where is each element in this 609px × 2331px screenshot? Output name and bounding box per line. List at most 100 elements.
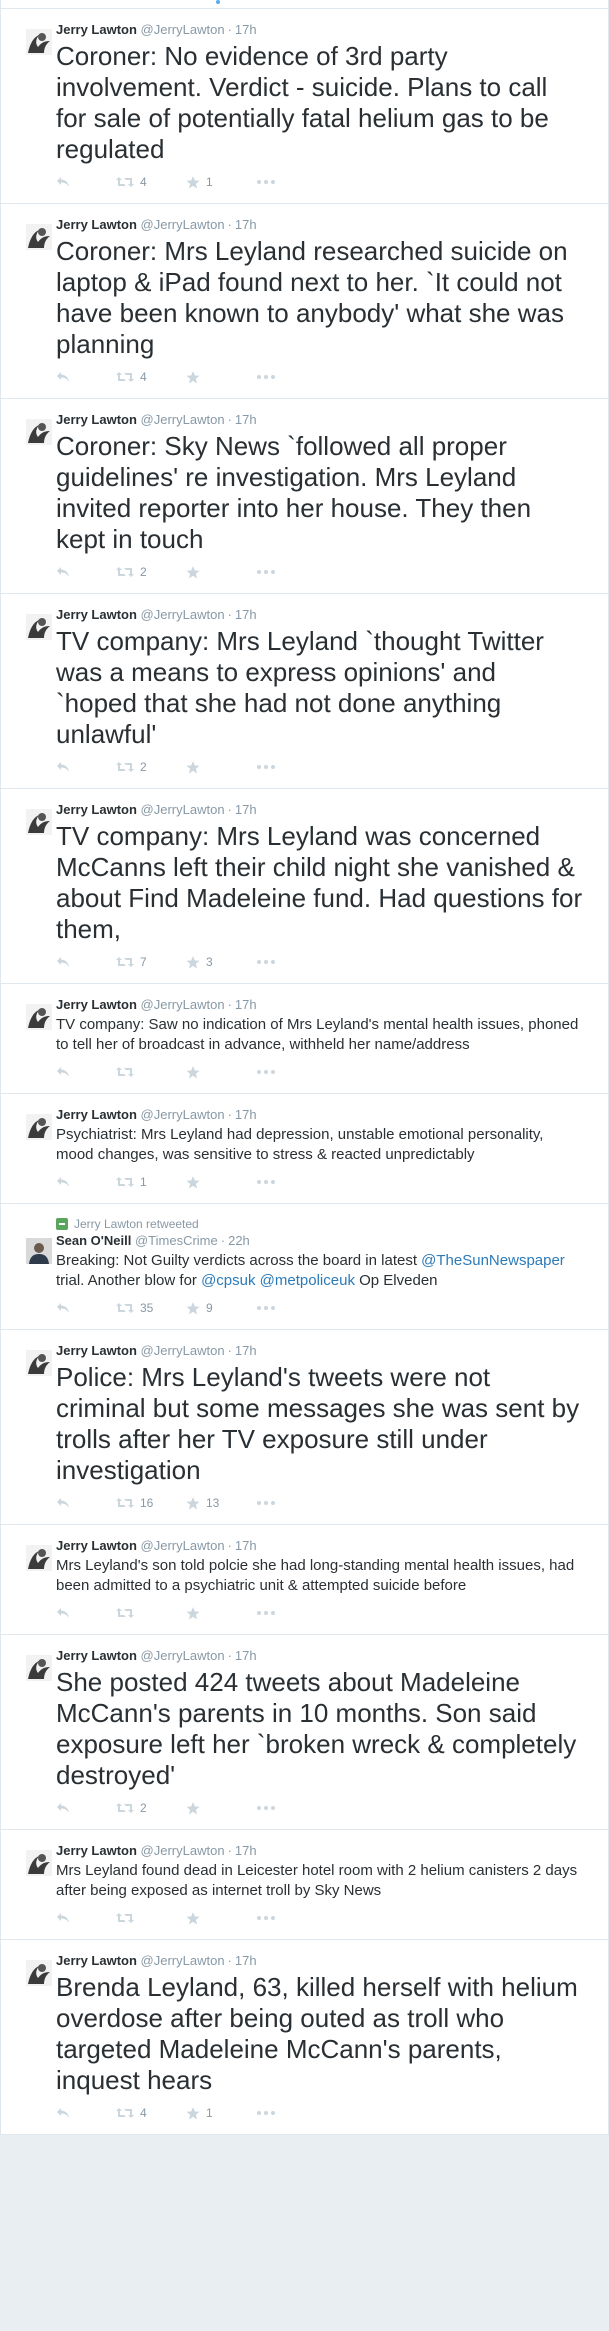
retweet-button[interactable]: 4 — [116, 175, 186, 189]
avatar[interactable] — [26, 1545, 52, 1571]
author-name[interactable]: Jerry Lawton — [56, 1343, 137, 1358]
retweet-button[interactable] — [116, 1912, 186, 1924]
author-name[interactable]: Jerry Lawton — [56, 1648, 137, 1663]
more-button[interactable] — [256, 1179, 276, 1185]
author-name[interactable]: Jerry Lawton — [56, 1843, 137, 1858]
favorite-button[interactable]: 1 — [186, 2106, 256, 2120]
reply-button[interactable] — [56, 1912, 116, 1924]
favorite-button[interactable] — [186, 1606, 256, 1620]
author-name[interactable]: Jerry Lawton — [56, 22, 137, 37]
author-handle[interactable]: @JerryLawton — [141, 412, 225, 427]
avatar[interactable] — [26, 1238, 52, 1264]
tweet[interactable]: Jerry Lawton @JerryLawton · 17h TV company… — [1, 789, 608, 984]
favorite-button[interactable] — [186, 1911, 256, 1925]
author-name[interactable]: Jerry Lawton — [56, 412, 137, 427]
avatar[interactable] — [26, 1960, 52, 1986]
author-handle[interactable]: @JerryLawton — [141, 217, 225, 232]
tweet[interactable]: Jerry Lawton @JerryLawton · 17h TV company… — [1, 594, 608, 789]
mention-link[interactable]: @metpoliceuk — [260, 1272, 355, 1289]
author-handle[interactable]: @JerryLawton — [141, 1107, 225, 1122]
retweet-button[interactable]: 2 — [116, 1801, 186, 1815]
reply-button[interactable] — [56, 371, 116, 383]
retweet-button[interactable]: 35 — [116, 1301, 186, 1315]
reply-button[interactable] — [56, 566, 116, 578]
retweet-button[interactable]: 2 — [116, 760, 186, 774]
avatar[interactable] — [26, 29, 52, 55]
avatar[interactable] — [26, 809, 52, 835]
reply-button[interactable] — [56, 1607, 116, 1619]
more-button[interactable] — [256, 1610, 276, 1616]
mention-link[interactable]: @TheSunNewspaper — [421, 1252, 565, 1269]
reply-button[interactable] — [56, 176, 116, 188]
author-name[interactable]: Jerry Lawton — [56, 1107, 137, 1122]
avatar[interactable] — [26, 1114, 52, 1140]
tweet-timestamp[interactable]: 17h — [235, 1953, 257, 1968]
more-button[interactable] — [256, 1305, 276, 1311]
favorite-button[interactable] — [186, 760, 256, 774]
tweet[interactable]: Jerry Lawton retweeted Sean O'Neill @Tim… — [1, 1204, 608, 1330]
retweet-button[interactable]: 2 — [116, 565, 186, 579]
tweet-timestamp[interactable]: 17h — [235, 412, 257, 427]
more-button[interactable] — [256, 959, 276, 965]
author-handle[interactable]: @JerryLawton — [141, 1648, 225, 1663]
retweet-button[interactable]: 4 — [116, 370, 186, 384]
favorite-button[interactable]: 1 — [186, 175, 256, 189]
author-handle[interactable]: @JerryLawton — [141, 607, 225, 622]
author-handle[interactable]: @JerryLawton — [141, 1843, 225, 1858]
retweet-button[interactable] — [116, 1066, 186, 1078]
more-button[interactable] — [256, 1805, 276, 1811]
tweet-timestamp[interactable]: 17h — [235, 1843, 257, 1858]
tweet[interactable]: Jerry Lawton @JerryLawton · 17h Police: Mr… — [1, 1330, 608, 1525]
tweet[interactable]: Jerry Lawton @JerryLawton · 17h Coroner: M… — [1, 204, 608, 399]
author-handle[interactable]: @JerryLawton — [141, 1953, 225, 1968]
favorite-button[interactable]: 3 — [186, 955, 256, 969]
more-button[interactable] — [256, 179, 276, 185]
avatar[interactable] — [26, 1004, 52, 1030]
author-name[interactable]: Jerry Lawton — [56, 802, 137, 817]
reply-button[interactable] — [56, 1302, 116, 1314]
tweet[interactable]: Jerry Lawton @JerryLawton · 17h Mrs Leylan… — [1, 1525, 608, 1635]
retweet-button[interactable]: 1 — [116, 1175, 186, 1189]
more-button[interactable] — [256, 764, 276, 770]
author-name[interactable]: Jerry Lawton — [56, 1953, 137, 1968]
author-handle[interactable]: @JerryLawton — [141, 997, 225, 1012]
author-handle[interactable]: @JerryLawton — [141, 1343, 225, 1358]
author-name[interactable]: Jerry Lawton — [56, 607, 137, 622]
more-button[interactable] — [256, 2110, 276, 2116]
reply-button[interactable] — [56, 1066, 116, 1078]
tweet[interactable]: Jerry Lawton @JerryLawton · 17h Psychiatri… — [1, 1094, 608, 1204]
tweet-timestamp[interactable]: 17h — [235, 997, 257, 1012]
author-handle[interactable]: @JerryLawton — [141, 802, 225, 817]
tweet-timestamp[interactable]: 17h — [235, 802, 257, 817]
reply-button[interactable] — [56, 2107, 116, 2119]
more-button[interactable] — [256, 569, 276, 575]
tweet[interactable]: Jerry Lawton @JerryLawton · 17h TV company… — [1, 984, 608, 1094]
reply-button[interactable] — [56, 1176, 116, 1188]
author-name[interactable]: Jerry Lawton — [56, 1538, 137, 1553]
avatar[interactable] — [26, 419, 52, 445]
favorite-button[interactable] — [186, 370, 256, 384]
favorite-button[interactable] — [186, 565, 256, 579]
tweet[interactable]: Jerry Lawton @JerryLawton · 17h She posted… — [1, 1635, 608, 1830]
reply-button[interactable] — [56, 1497, 116, 1509]
favorite-button[interactable]: 13 — [186, 1496, 256, 1510]
tweet[interactable]: Jerry Lawton @JerryLawton · 17h Coroner: N… — [1, 9, 608, 204]
more-button[interactable] — [256, 1069, 276, 1075]
reply-button[interactable] — [56, 1802, 116, 1814]
favorite-button[interactable] — [186, 1801, 256, 1815]
more-button[interactable] — [256, 1915, 276, 1921]
tweet[interactable]: Jerry Lawton @JerryLawton · 17h Mrs Leylan… — [1, 1830, 608, 1940]
tweet-timestamp[interactable]: 17h — [235, 607, 257, 622]
more-button[interactable] — [256, 1500, 276, 1506]
avatar[interactable] — [26, 224, 52, 250]
avatar[interactable] — [26, 1350, 52, 1376]
tweet-timestamp[interactable]: 17h — [235, 22, 257, 37]
reply-button[interactable] — [56, 761, 116, 773]
reply-button[interactable] — [56, 956, 116, 968]
favorite-button[interactable] — [186, 1065, 256, 1079]
tweet-timestamp[interactable]: 17h — [235, 1648, 257, 1663]
tweet-timestamp[interactable]: 17h — [235, 1107, 257, 1122]
tweet[interactable]: Jerry Lawton @JerryLawton · 17h Coroner: S… — [1, 399, 608, 594]
retweet-button[interactable]: 7 — [116, 955, 186, 969]
tweet-timestamp[interactable]: 22h — [228, 1233, 250, 1248]
